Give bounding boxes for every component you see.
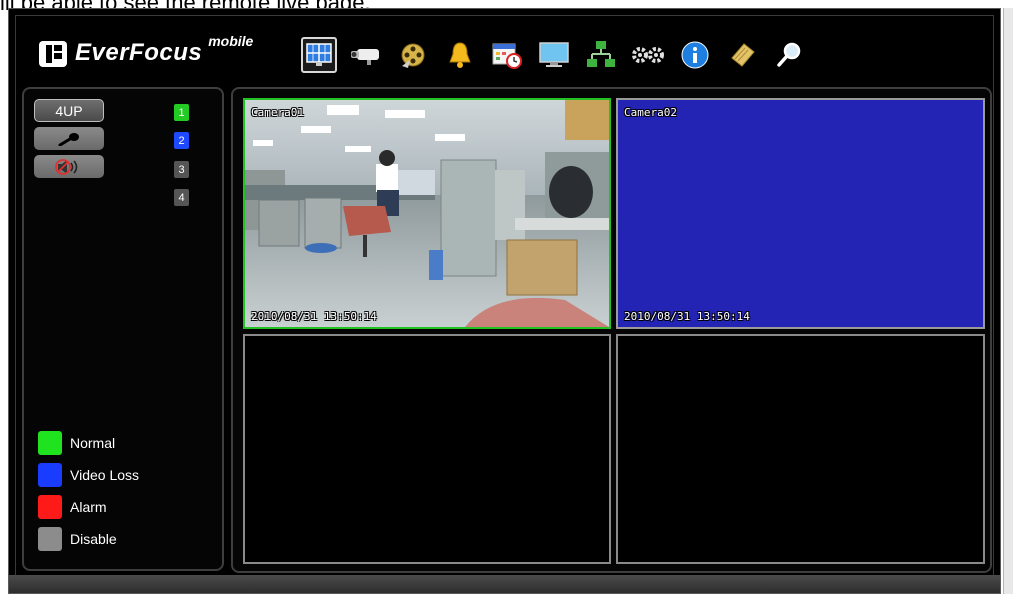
camera-timestamp: 2010/08/31 13:50:14 [624,310,750,323]
control-panel: 4UP 1 2 3 4 Normal Video Loss Alarm Disa… [22,87,224,571]
channel-label: 1 [178,106,185,119]
channel-2-indicator[interactable]: 2 [174,132,189,149]
camera-02-view[interactable]: Camera02 2010/08/31 13:50:14 [616,98,985,329]
brand-sub: mobile [208,33,254,49]
channel-label: 2 [178,134,185,147]
schedule-button[interactable] [489,37,525,73]
search-icon [777,42,801,67]
legend-normal: Normal [38,431,218,455]
main-toolbar [301,35,818,75]
legend-swatch [38,431,62,455]
live-view-button[interactable] [301,37,337,73]
live-view-grid-icon [306,43,332,66]
search-button[interactable] [771,37,807,73]
speaker-button[interactable] [34,155,104,178]
camera-timestamp: 2010/08/31 13:50:14 [251,310,377,323]
display-button[interactable] [536,37,572,73]
channel-label: 4 [178,191,185,204]
info-button[interactable] [677,37,713,73]
channel-4-indicator[interactable]: 4 [174,189,189,206]
alarm-button[interactable] [442,37,478,73]
split-4up-button[interactable]: 4UP [34,99,104,122]
camera-name: Camera01 [251,106,304,119]
video-grid: Camera01 2010/08/31 13:50:14 Camera02 20… [231,87,992,573]
camera-01-feed [245,100,609,327]
gears-icon [632,47,664,63]
monitor-icon [539,42,569,67]
legend-swatch [38,495,62,519]
camera-name: Camera02 [624,106,677,119]
microphone-icon [58,132,79,146]
channel-label: 3 [178,163,185,176]
channel-1-indicator[interactable]: 1 [174,104,189,121]
playback-button[interactable] [395,37,431,73]
legend-alarm: Alarm [38,495,218,519]
camera-01-view[interactable]: Camera01 2010/08/31 13:50:14 [243,98,611,329]
log-button[interactable] [724,37,760,73]
speaker-muted-icon [55,158,78,175]
alarm-bell-icon [449,42,471,68]
page-scrollbar[interactable] [1003,8,1013,594]
legend-label: Video Loss [70,467,140,483]
calendar-clock-icon [492,43,522,69]
everfocus-logo: EverFocus mobile [39,33,253,67]
network-button[interactable] [583,37,619,73]
legend-label: Alarm [70,499,107,515]
legend-label: Disable [70,531,117,547]
info-icon [681,41,709,69]
legend-label: Normal [70,435,116,451]
camera-button[interactable] [348,37,384,73]
brand-name: EverFocus [75,39,203,66]
camera-04-view[interactable] [616,334,985,564]
legend-swatch [38,463,62,487]
legend-video-loss: Video Loss [38,463,218,487]
microphone-button[interactable] [34,127,104,150]
camera-icon [351,49,379,65]
legend-swatch [38,527,62,551]
film-reel-icon [401,43,425,68]
settings-button[interactable] [630,37,666,73]
notes-icon [731,43,755,67]
status-bar [9,575,1000,593]
camera-03-view[interactable] [243,334,611,564]
legend-disable: Disable [38,527,218,551]
logo-mark-icon [39,41,67,67]
network-icon [587,41,615,67]
channel-3-indicator[interactable]: 3 [174,161,189,178]
